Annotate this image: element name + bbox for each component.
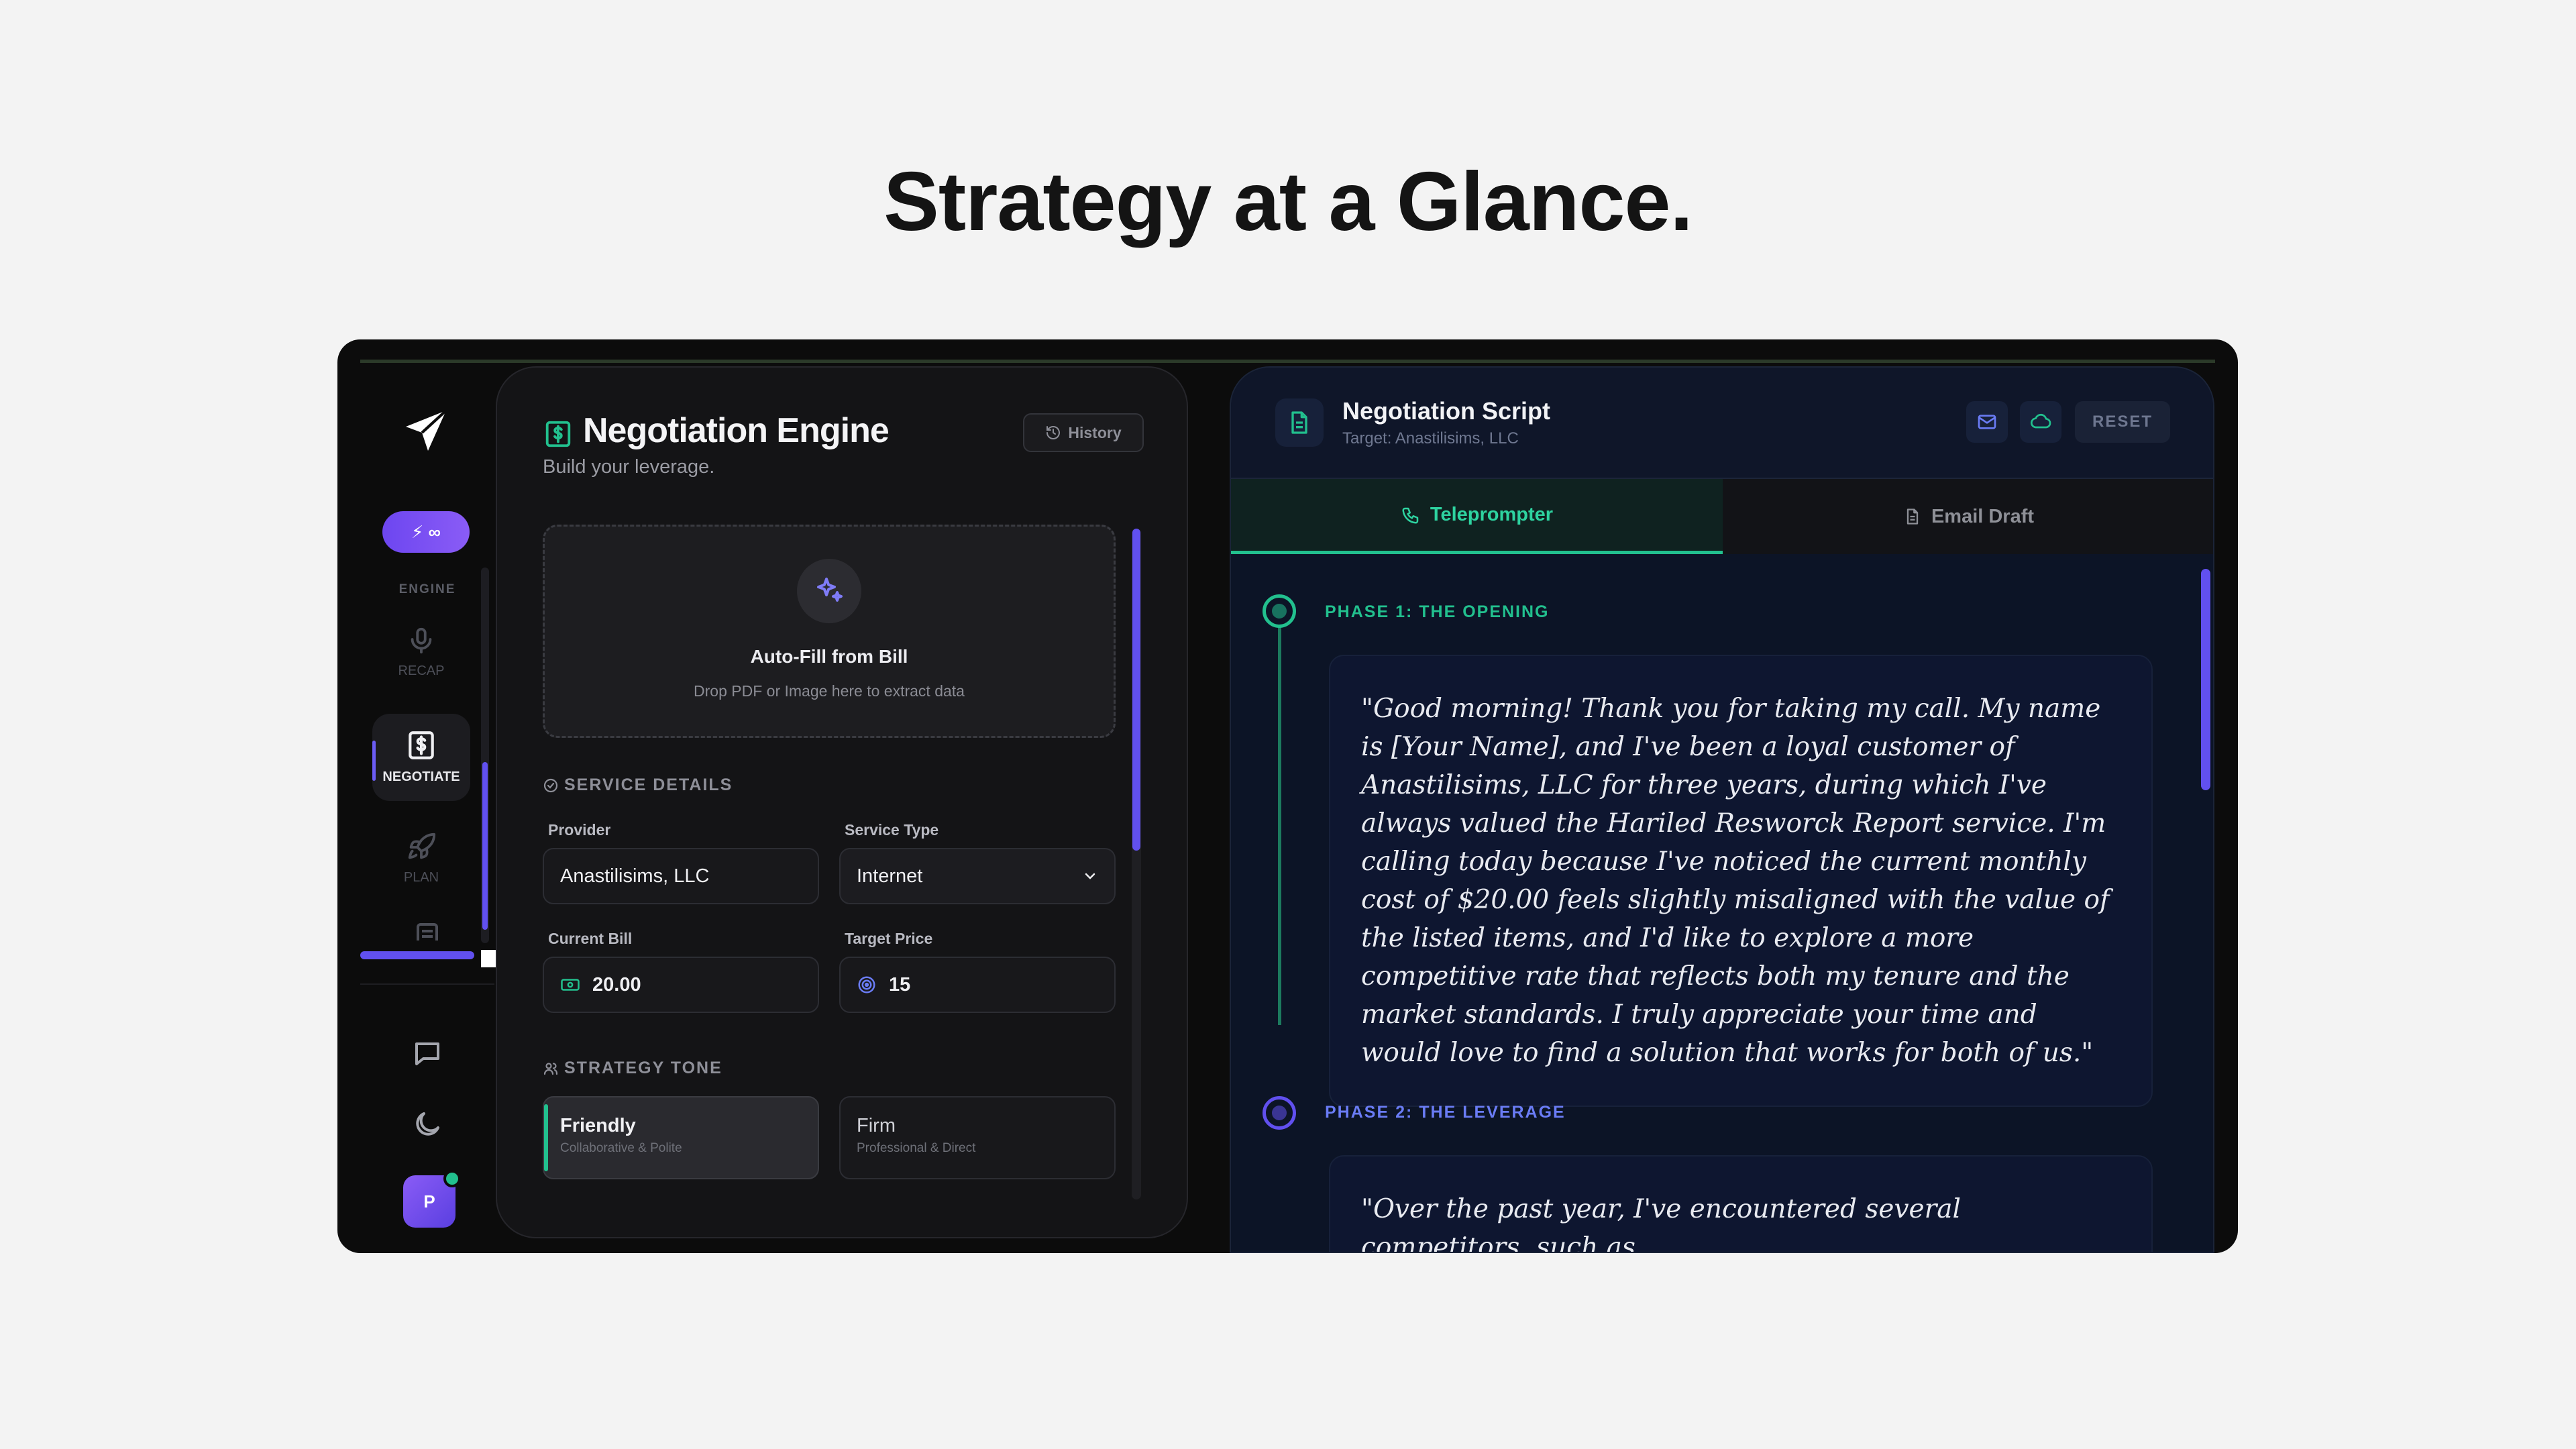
tab-email-draft[interactable]: Email Draft (1723, 479, 2213, 554)
cloud-icon (2031, 413, 2051, 429)
sidebar-item-negotiate[interactable]: NEGOTIATE (372, 714, 470, 801)
service-type-select[interactable]: Internet (839, 848, 1116, 904)
reset-button[interactable]: RESET (2075, 401, 2170, 443)
mic-icon (411, 627, 432, 654)
phase-1-timeline-line (1278, 623, 1281, 1025)
target-icon (858, 976, 875, 994)
panel-subtitle: Build your leverage. (543, 456, 715, 478)
script-target: Target: Anastilisims, LLC (1342, 429, 1519, 447)
history-label: History (1068, 423, 1122, 441)
sidebar-scrollbar[interactable] (481, 568, 489, 943)
sidebar-item-label: PLAN (403, 870, 439, 885)
sparkles-icon (817, 578, 843, 602)
script-body: PHASE 1: THE OPENING "Good morning! Than… (1231, 554, 2213, 1252)
sidebar-section-label: ENGINE (398, 582, 456, 596)
negotiation-engine-panel: Negotiation Engine Build your leverage. … (496, 366, 1188, 1238)
file-text-icon (1291, 411, 1307, 434)
negotiation-script-panel: Negotiation Script Target: Anastilisims,… (1230, 366, 2214, 1253)
sidebar-scrollbar-thumb[interactable] (482, 762, 488, 930)
user-avatar[interactable]: P (403, 1170, 461, 1228)
script-doc-badge (1275, 398, 1324, 447)
online-status-dot (443, 1170, 461, 1187)
email-button[interactable] (1966, 401, 2008, 443)
tone-title: Firm (857, 1115, 896, 1136)
phase-2-script-text: "Over the past year, I've encountered se… (1329, 1155, 2153, 1252)
section-label-text: STRATEGY TONE (564, 1059, 722, 1077)
script-title: Negotiation Script (1342, 397, 1551, 425)
current-bill-label: Current Bill (548, 930, 633, 947)
phase-1-script-text: "Good morning! Thank you for taking my c… (1329, 655, 2153, 1107)
tone-option-friendly[interactable]: Friendly Collaborative & Polite (543, 1096, 819, 1179)
phase-2-label: PHASE 2: THE LEVERAGE (1325, 1103, 1566, 1122)
provider-value: Anastilisims, LLC (560, 865, 710, 887)
phase-1-label: PHASE 1: THE OPENING (1325, 602, 1550, 621)
tab-label: Teleprompter (1430, 504, 1554, 525)
dropzone-icon-circle (797, 559, 861, 623)
active-indicator (372, 741, 376, 781)
phone-icon (1402, 507, 1419, 523)
tone-subtitle: Collaborative & Polite (560, 1141, 682, 1155)
tone-subtitle: Professional & Direct (857, 1141, 976, 1155)
current-bill-value: 20.00 (592, 973, 641, 996)
phase-2-marker (1263, 1096, 1296, 1130)
chat-icon[interactable] (411, 1037, 443, 1069)
tone-title: Friendly (560, 1115, 636, 1136)
service-details-heading: SERVICE DETAILS (543, 775, 733, 795)
strategy-tone-heading: STRATEGY TONE (543, 1059, 722, 1078)
document-icon[interactable] (411, 920, 443, 941)
sidebar-item-recap[interactable]: RECAP (372, 610, 470, 698)
tab-teleprompter[interactable]: Teleprompter (1231, 479, 1723, 554)
history-button[interactable]: History (1023, 413, 1144, 452)
sidebar-item-plan[interactable]: PLAN (372, 817, 470, 904)
tone-option-firm[interactable]: Firm Professional & Direct (839, 1096, 1116, 1179)
script-tabs: Teleprompter Email Draft (1231, 479, 2213, 554)
cloud-save-button[interactable] (2020, 401, 2061, 443)
dollar-doc-icon (409, 731, 434, 759)
sidebar: ⚡ ∞ ENGINE RECAP NEGOTIATE PLAN P (360, 366, 498, 1228)
panel-scrollbar-thumb[interactable] (1132, 529, 1140, 851)
target-price-input[interactable]: 15 (839, 957, 1116, 1013)
paper-plane-logo-icon[interactable] (402, 407, 450, 455)
window-top-border (360, 360, 2215, 363)
sidebar-divider (360, 983, 494, 985)
banknote-icon (561, 979, 580, 991)
chevron-down-icon (1085, 873, 1095, 879)
mail-icon (1978, 415, 1996, 429)
sidebar-horizontal-scrollbar[interactable] (360, 951, 474, 959)
dollar-doc-icon (545, 421, 571, 447)
check-circle-icon (543, 778, 558, 792)
file-icon (1907, 508, 1919, 525)
avatar-initial: P (423, 1191, 435, 1212)
target-price-label: Target Price (845, 930, 933, 947)
history-icon (1046, 426, 1061, 439)
dropzone-subtitle: Drop PDF or Image here to extract data (694, 682, 965, 700)
bill-dropzone[interactable]: Auto-Fill from Bill Drop PDF or Image he… (543, 525, 1116, 738)
panel-scrollbar[interactable] (1132, 529, 1141, 1199)
provider-input[interactable]: Anastilisims, LLC (543, 848, 819, 904)
sidebar-item-label: RECAP (398, 663, 445, 678)
provider-label: Provider (548, 821, 611, 839)
dropzone-title: Auto-Fill from Bill (750, 646, 908, 667)
page-headline: Strategy at a Glance. (883, 156, 1693, 248)
phase-1-marker (1263, 594, 1296, 628)
rocket-icon (408, 833, 436, 859)
power-mode-pill[interactable]: ⚡ ∞ (382, 511, 470, 553)
moon-icon[interactable] (411, 1108, 443, 1140)
section-label-text: SERVICE DETAILS (564, 775, 733, 794)
current-bill-input[interactable]: 20.00 (543, 957, 819, 1013)
target-price-value: 15 (889, 973, 911, 996)
panel-title: Negotiation Engine (583, 411, 890, 450)
tab-label: Email Draft (1931, 505, 2035, 527)
script-header: Negotiation Script Target: Anastilisims,… (1231, 368, 2213, 479)
service-type-value: Internet (857, 865, 923, 887)
app-window: ⚡ ∞ ENGINE RECAP NEGOTIATE PLAN P Negoti… (337, 339, 2238, 1253)
service-type-label: Service Type (845, 821, 939, 839)
sidebar-item-label: NEGOTIATE (382, 769, 460, 784)
users-icon (543, 1062, 558, 1075)
